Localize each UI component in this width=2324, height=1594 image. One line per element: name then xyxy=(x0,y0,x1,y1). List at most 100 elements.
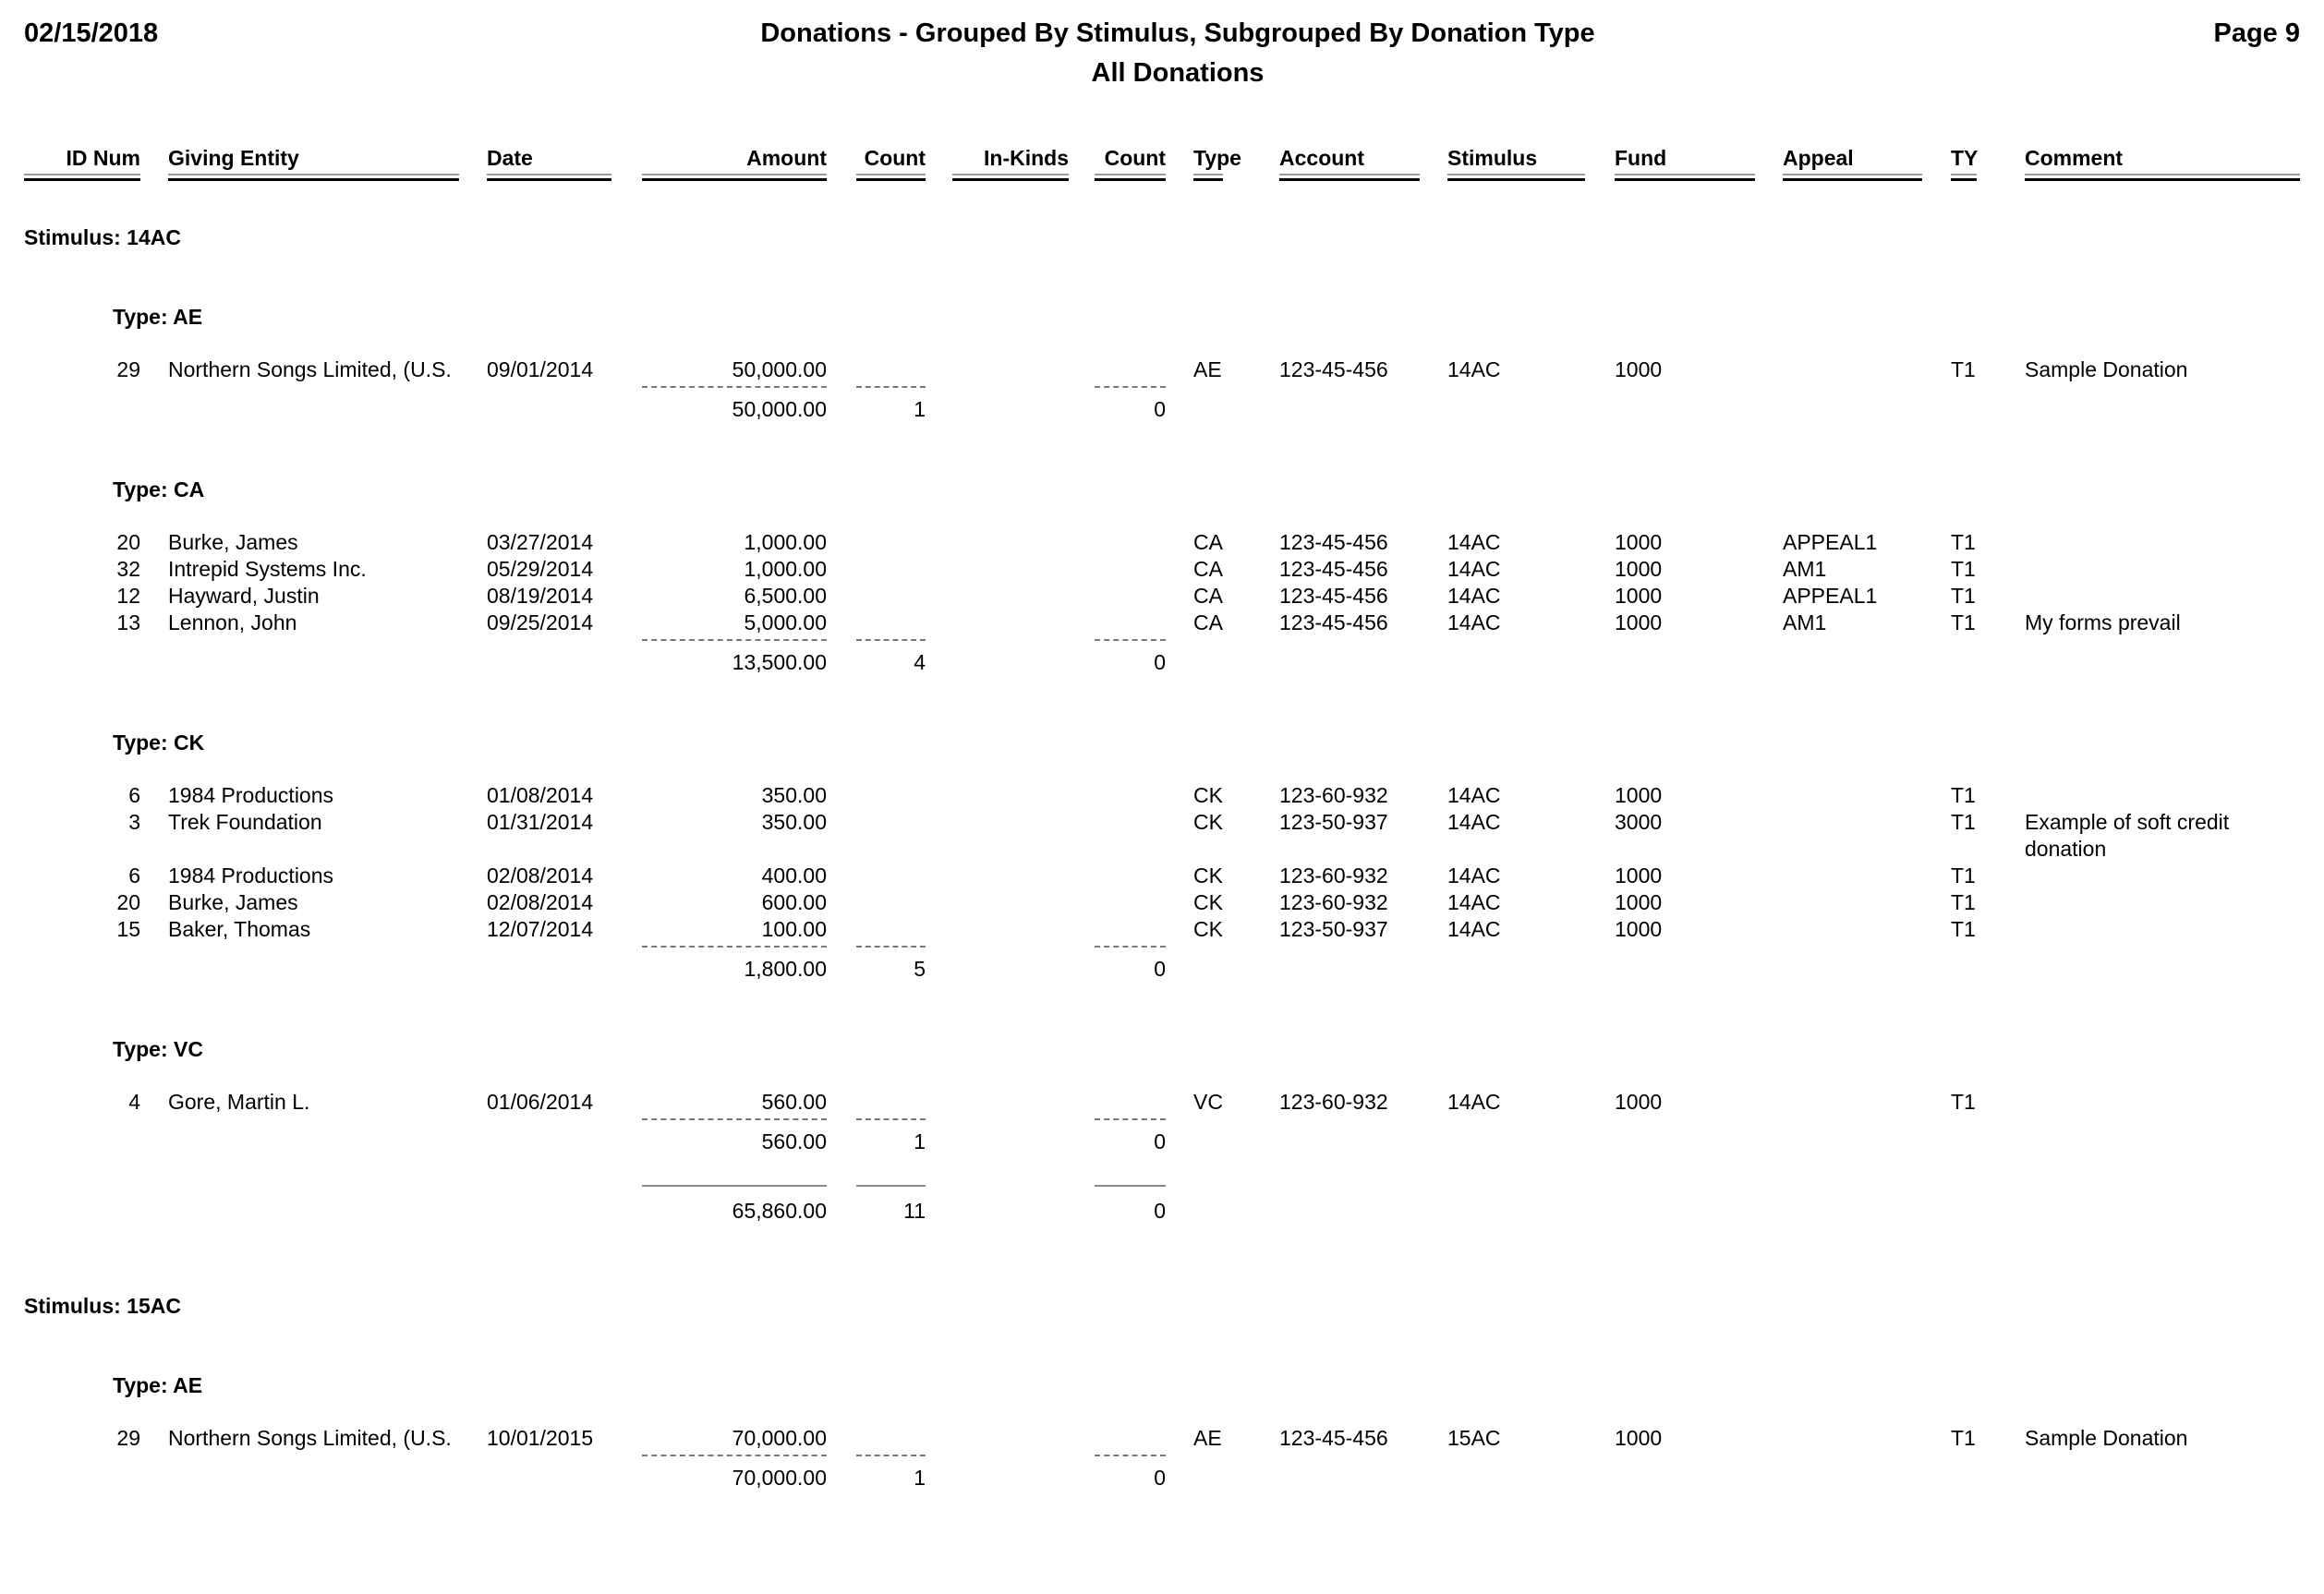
cell-account: 123-45-456 xyxy=(1279,1426,1388,1450)
column-header-stimulus: Stimulus xyxy=(1447,146,1538,170)
subtotal-rule xyxy=(1095,639,1166,641)
cell-amount: 600.00 xyxy=(761,890,827,914)
cell-date: 10/01/2015 xyxy=(487,1426,594,1450)
cell-ikcount: 0 xyxy=(1154,650,1166,674)
column-underline xyxy=(1951,174,1977,181)
cell-id: 4 xyxy=(128,1090,140,1114)
cell-type: CK xyxy=(1193,783,1223,807)
cell-fund: 3000 xyxy=(1615,810,1663,834)
type-group-header: Type: CA xyxy=(113,477,205,501)
cell-id: 6 xyxy=(128,863,140,888)
cell-ty: T1 xyxy=(1951,810,1976,834)
column-underline xyxy=(487,174,611,181)
cell-entity: 1984 Productions xyxy=(168,783,334,807)
cell-fund: 1000 xyxy=(1615,890,1663,914)
column-underline xyxy=(1279,174,1420,181)
subtotal-rule xyxy=(642,639,827,641)
cell-stimulus: 14AC xyxy=(1447,584,1501,608)
cell-ty: T1 xyxy=(1951,783,1976,807)
column-header-type: Type xyxy=(1193,146,1241,170)
subtotal-rule xyxy=(642,386,827,388)
cell-id: 6 xyxy=(128,783,140,807)
cell-stimulus: 14AC xyxy=(1447,863,1501,888)
cell-date: 09/25/2014 xyxy=(487,610,594,634)
cell-stimulus: 14AC xyxy=(1447,530,1501,554)
cell-appeal: AM1 xyxy=(1783,610,1827,634)
cell-fund: 1000 xyxy=(1615,557,1663,581)
cell-amount: 560.00 xyxy=(761,1090,827,1114)
cell-date: 03/27/2014 xyxy=(487,530,594,554)
cell-type: CK xyxy=(1193,863,1223,888)
cell-comment: Sample Donation xyxy=(2025,357,2188,381)
cell-count: 4 xyxy=(914,650,926,674)
cell-appeal: AM1 xyxy=(1783,557,1827,581)
cell-id: 29 xyxy=(116,1426,140,1450)
cell-ikcount: 0 xyxy=(1154,957,1166,981)
cell-account: 123-60-932 xyxy=(1279,890,1388,914)
cell-date: 02/08/2014 xyxy=(487,890,594,914)
cell-entity: Northern Songs Limited, (U.S. xyxy=(168,1426,452,1450)
cell-date: 05/29/2014 xyxy=(487,557,594,581)
cell-amount: 1,800.00 xyxy=(744,957,827,981)
cell-account: 123-45-456 xyxy=(1279,557,1388,581)
cell-appeal: APPEAL1 xyxy=(1783,530,1878,554)
cell-ty: T1 xyxy=(1951,890,1976,914)
cell-id: 20 xyxy=(116,530,140,554)
cell-count: 5 xyxy=(914,957,926,981)
subtotal-rule xyxy=(1095,1118,1166,1120)
cell-stimulus: 14AC xyxy=(1447,917,1501,941)
cell-amount: 13,500.00 xyxy=(732,650,827,674)
cell-count: 11 xyxy=(903,1199,926,1223)
cell-stimulus: 14AC xyxy=(1447,557,1501,581)
cell-date: 01/31/2014 xyxy=(487,810,594,834)
cell-account: 123-50-937 xyxy=(1279,917,1388,941)
cell-amount: 350.00 xyxy=(761,783,827,807)
cell-account: 123-60-932 xyxy=(1279,1090,1388,1114)
cell-entity: Burke, James xyxy=(168,890,298,914)
cell-amount: 560.00 xyxy=(761,1129,827,1153)
stimulus-group-header: Stimulus: 15AC xyxy=(24,1294,181,1318)
cell-ty: T1 xyxy=(1951,1426,1976,1450)
cell-fund: 1000 xyxy=(1615,917,1663,941)
cell-comment: donation xyxy=(2025,837,2107,861)
column-header-ty: TY xyxy=(1951,146,1979,170)
cell-ty: T1 xyxy=(1951,357,1976,381)
cell-comment: Sample Donation xyxy=(2025,1426,2188,1450)
total-rule xyxy=(856,1185,926,1187)
cell-date: 01/06/2014 xyxy=(487,1090,594,1114)
cell-stimulus: 14AC xyxy=(1447,783,1501,807)
cell-amount: 1,000.00 xyxy=(744,557,827,581)
column-header-inkinds: In-Kinds xyxy=(984,146,1069,170)
cell-type: AE xyxy=(1193,357,1222,381)
cell-ikcount: 0 xyxy=(1154,1199,1166,1223)
cell-account: 123-45-456 xyxy=(1279,610,1388,634)
column-header-appeal: Appeal xyxy=(1783,146,1854,170)
type-group-header: Type: VC xyxy=(113,1037,203,1061)
cell-id: 29 xyxy=(116,357,140,381)
column-header-fund: Fund xyxy=(1615,146,1667,170)
column-underline xyxy=(1615,174,1755,181)
column-header-account: Account xyxy=(1279,146,1364,170)
column-header-amount: Amount xyxy=(746,146,827,170)
column-underline xyxy=(2025,174,2300,181)
subtotal-rule xyxy=(642,946,827,948)
cell-amount: 6,500.00 xyxy=(744,584,827,608)
cell-count: 1 xyxy=(914,1466,926,1490)
cell-count: 1 xyxy=(914,1129,926,1153)
cell-fund: 1000 xyxy=(1615,783,1663,807)
cell-stimulus: 14AC xyxy=(1447,610,1501,634)
subtotal-rule xyxy=(642,1118,827,1120)
cell-stimulus: 14AC xyxy=(1447,810,1501,834)
cell-account: 123-50-937 xyxy=(1279,810,1388,834)
column-header-comment: Comment xyxy=(2025,146,2124,170)
column-underline xyxy=(24,174,140,181)
column-header-count: Count xyxy=(864,146,926,170)
cell-entity: 1984 Productions xyxy=(168,863,334,888)
cell-stimulus: 14AC xyxy=(1447,890,1501,914)
cell-account: 123-45-456 xyxy=(1279,584,1388,608)
cell-amount: 50,000.00 xyxy=(732,357,827,381)
cell-ty: T1 xyxy=(1951,863,1976,888)
column-underline xyxy=(168,174,459,181)
total-rule xyxy=(1095,1185,1166,1187)
cell-type: CA xyxy=(1193,584,1223,608)
